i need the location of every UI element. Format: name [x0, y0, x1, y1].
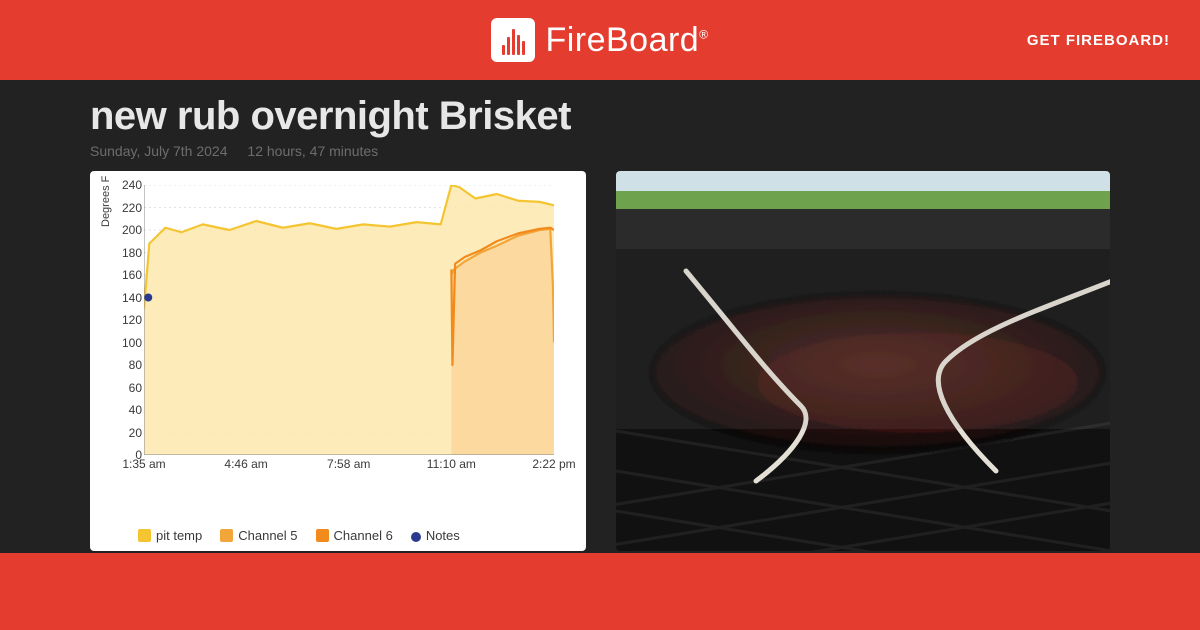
- session-photo[interactable]: [616, 171, 1110, 551]
- y-tick: 40: [104, 404, 142, 416]
- y-tick: 60: [104, 382, 142, 394]
- session-title: new rub overnight Brisket: [90, 80, 1110, 139]
- brand-name: FireBoard®: [545, 21, 708, 60]
- legend-label: Channel 6: [334, 528, 393, 543]
- y-tick: 220: [104, 202, 142, 214]
- footer-strip: [0, 553, 1200, 630]
- y-tick: 80: [104, 359, 142, 371]
- x-tick: 7:58 am: [327, 457, 370, 471]
- x-tick: 2:22 pm: [532, 457, 575, 471]
- session-duration: 12 hours, 47 minutes: [247, 143, 378, 159]
- legend-label: pit temp: [156, 528, 202, 543]
- temperature-chart[interactable]: Degrees F 020406080100120140160180200220…: [104, 185, 572, 495]
- brand[interactable]: FireBoard®: [491, 18, 708, 62]
- x-axis-ticks: 1:35 am4:46 am7:58 am11:10 am2:22 pm: [144, 457, 572, 475]
- legend-swatch-icon: [138, 529, 151, 542]
- x-tick: 1:35 am: [122, 457, 165, 471]
- top-bar: FireBoard® GET FIREBOARD!: [0, 0, 1200, 80]
- legend-swatch-icon: [411, 532, 421, 542]
- y-tick: 240: [104, 179, 142, 191]
- main-content: new rub overnight Brisket Sunday, July 7…: [0, 80, 1200, 553]
- chart-plot-area: [144, 185, 554, 455]
- chart-card: Degrees F 020406080100120140160180200220…: [90, 171, 586, 551]
- session-date: Sunday, July 7th 2024: [90, 143, 228, 159]
- y-axis-ticks: 020406080100120140160180200220240: [104, 185, 142, 455]
- y-tick: 20: [104, 427, 142, 439]
- legend-swatch-icon: [220, 529, 233, 542]
- chart-legend: pit temp Channel 5 Channel 6 Notes: [138, 528, 460, 543]
- brand-logo-icon: [491, 18, 535, 62]
- legend-label: Channel 5: [238, 528, 297, 543]
- x-tick: 4:46 am: [224, 457, 267, 471]
- y-tick: 140: [104, 292, 142, 304]
- legend-item[interactable]: Channel 6: [316, 528, 393, 543]
- y-tick: 120: [104, 314, 142, 326]
- get-fireboard-link[interactable]: GET FIREBOARD!: [1027, 0, 1170, 80]
- y-tick: 200: [104, 224, 142, 236]
- x-tick: 11:10 am: [427, 457, 476, 471]
- legend-label: Notes: [426, 528, 460, 543]
- y-tick: 100: [104, 337, 142, 349]
- y-tick: 160: [104, 269, 142, 281]
- legend-item[interactable]: pit temp: [138, 528, 202, 543]
- legend-item[interactable]: Notes: [411, 528, 460, 543]
- legend-swatch-icon: [316, 529, 329, 542]
- brisket-photo-illustration: [616, 171, 1110, 551]
- legend-item[interactable]: Channel 5: [220, 528, 297, 543]
- session-meta: Sunday, July 7th 2024 12 hours, 47 minut…: [90, 143, 1110, 159]
- y-tick: 180: [104, 247, 142, 259]
